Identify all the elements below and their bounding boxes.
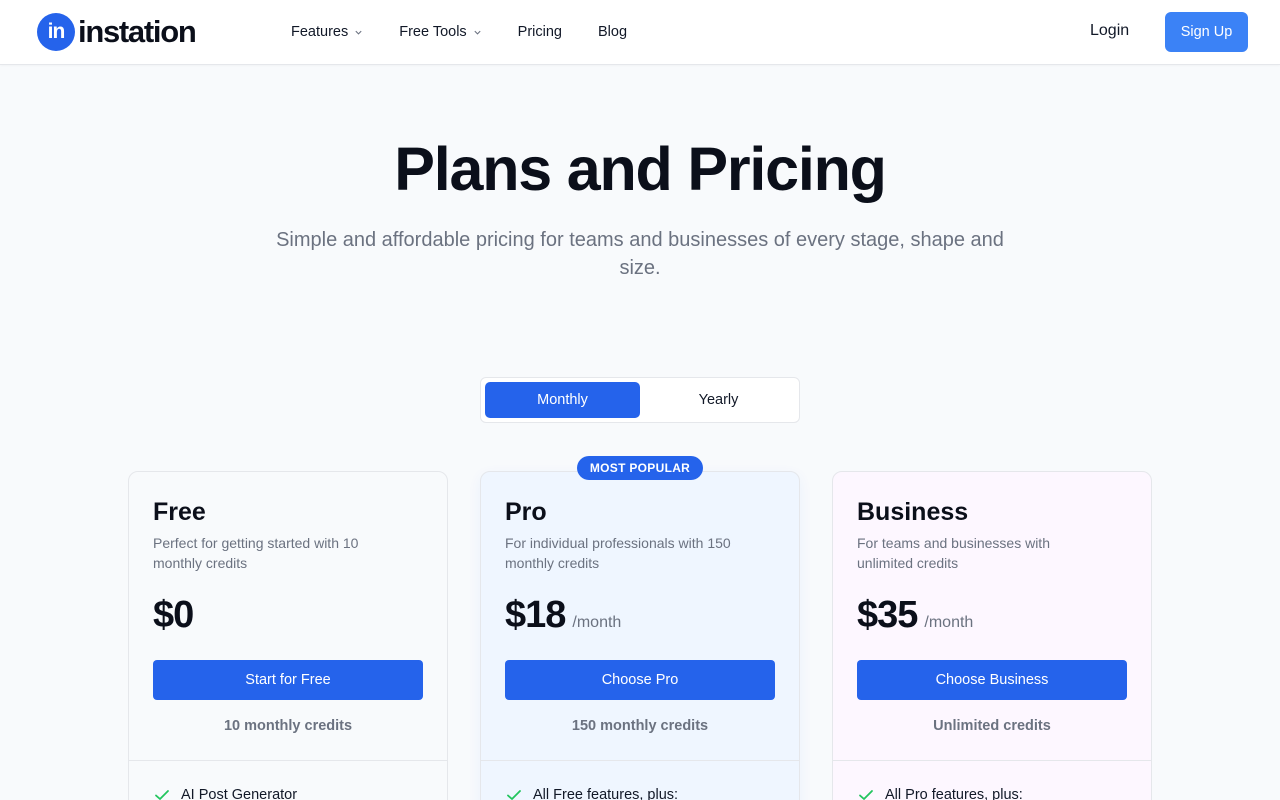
nav-item-pricing[interactable]: Pricing [518,24,562,40]
feature-label: All Free features, plus: [533,787,679,800]
divider [833,760,1151,761]
plan-price: $0 [153,594,194,637]
plan-description: Perfect for getting started with 10 mont… [153,535,359,571]
feature-item: All Pro features, plus: [857,786,1023,800]
most-popular-badge: MOST POPULAR [577,456,703,480]
plan-description: For teams and businesses with unlimited … [857,535,1050,571]
price-period: /month [924,614,974,631]
chevron-down-icon [355,30,362,35]
feature-label: AI Post Generator [181,787,298,800]
plan-card-pro: Pro For individual professionals with 15… [480,471,800,800]
plan-description: For individual professionals with 150 mo… [505,535,731,571]
plan-name: Pro [505,498,547,526]
plan-name: Business [857,498,969,526]
plan-credits: 150 monthly credits [571,718,709,734]
feature-item: All Free features, plus: [505,786,678,800]
feature-item: AI Post Generator [153,786,297,800]
price-amount: $35 [857,594,918,636]
chevron-down-icon [474,30,481,35]
sign-up-button[interactable]: Sign Up [1165,12,1248,52]
price-amount: $0 [153,594,194,636]
logo[interactable]: in instation [37,13,197,51]
price-amount: $18 [505,594,566,636]
nav-item-label: Free Tools [399,24,467,40]
toggle-monthly[interactable]: Monthly [485,382,640,418]
page-title: Plans and Pricing [394,135,887,203]
toggle-yearly[interactable]: Yearly [641,382,796,418]
main-nav: Features Free Tools Pricing Blog [291,0,663,64]
nav-item-label: Features [291,24,349,40]
plan-credits: 10 monthly credits [223,718,353,734]
nav-item-label: Blog [598,24,628,40]
feature-label: All Pro features, plus: [885,787,1023,800]
divider [129,760,447,761]
plan-credits: Unlimited credits [933,718,1051,734]
page-subtitle: Simple and affordable pricing for teams … [276,229,1004,279]
plan-name: Free [153,498,206,526]
nav-item-free-tools[interactable]: Free Tools [399,24,481,40]
check-icon [507,790,521,800]
site-header: in instation Features Free Tools Pricing… [0,0,1280,65]
billing-period-toggle: Monthly Yearly [480,377,800,423]
plan-price: $35 /month [857,594,973,637]
logo-mark-icon: in [37,13,75,51]
price-period: /month [572,614,622,631]
plan-card-free: Free Perfect for getting started with 10… [128,471,448,800]
nav-item-features[interactable]: Features [291,24,363,40]
nav-item-blog[interactable]: Blog [598,24,627,40]
divider [481,760,799,761]
login-link[interactable]: Login [1090,22,1129,40]
check-icon [155,790,169,800]
plan-price: $18 /month [505,594,621,637]
nav-item-label: Pricing [517,24,562,40]
plan-card-business: Business For teams and businesses with u… [832,471,1152,800]
start-for-free-button[interactable]: Start for Free [153,660,423,700]
choose-pro-button[interactable]: Choose Pro [505,660,775,700]
choose-business-button[interactable]: Choose Business [857,660,1127,700]
check-icon [859,790,873,800]
logo-wordmark: instation [78,14,197,49]
